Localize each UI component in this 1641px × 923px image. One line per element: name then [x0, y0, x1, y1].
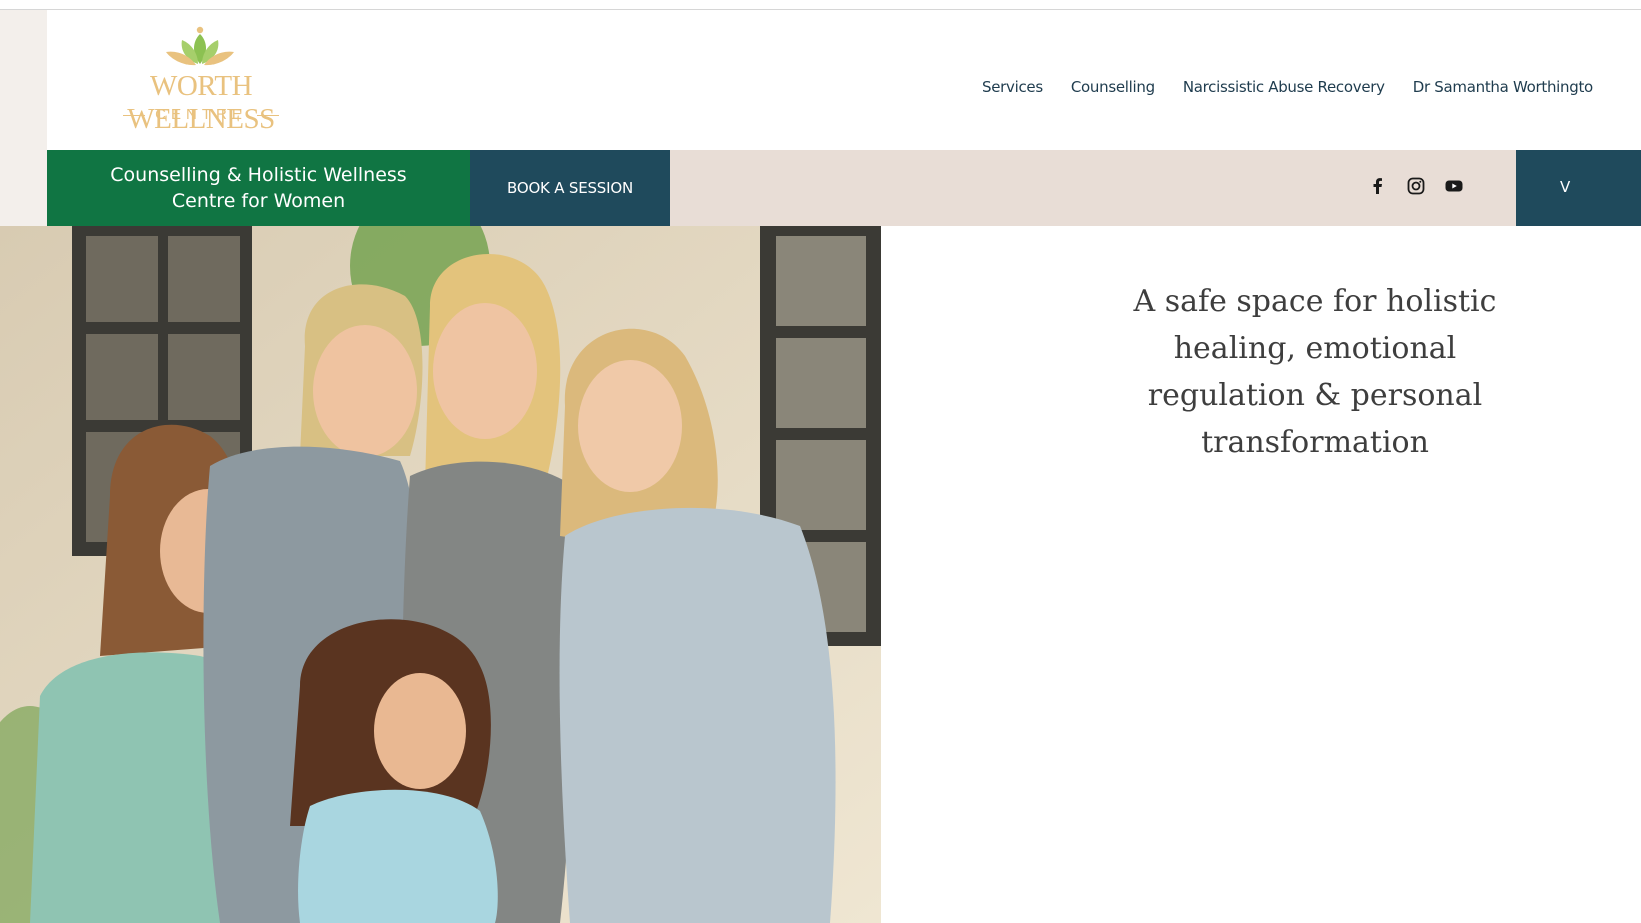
logo-rule-right [256, 114, 279, 116]
hero-photo-illustration [0, 226, 881, 923]
header-cta-label: V [1560, 178, 1571, 196]
top-border [0, 0, 1641, 10]
tagline-line-1: Counselling & Holistic Wellness [110, 164, 407, 186]
tagline-box: Counselling & Holistic Wellness Centre f… [47, 150, 470, 226]
left-strip [0, 10, 47, 226]
hero-heading-line-3: regulation & personal [1147, 378, 1483, 413]
logo-subtitle-text: CENTRE [155, 106, 247, 123]
hero-heading-line-2: healing, emotional [1173, 331, 1457, 366]
logo-name: WORTH WELLNESS [127, 70, 275, 135]
instagram-icon[interactable] [1406, 176, 1426, 196]
nav-item-counselling[interactable]: Counselling [1071, 78, 1155, 96]
hero-heading: A safe space for holistic healing, emoti… [1110, 278, 1520, 466]
logo-subtitle: CENTRE [76, 106, 326, 123]
facebook-icon[interactable] [1368, 176, 1388, 196]
book-session-button[interactable]: BOOK A SESSION [470, 150, 670, 226]
youtube-icon[interactable] [1444, 176, 1464, 196]
site-logo[interactable]: WORTH WELLNESS CENTRE [76, 20, 326, 135]
logo-rule-left [123, 114, 146, 116]
nav-item-services[interactable]: Services [982, 78, 1043, 96]
main-nav: Services Counselling Narcissistic Abuse … [982, 78, 1593, 96]
nav-item-dr-samantha[interactable]: Dr Samantha Worthingto [1413, 78, 1594, 96]
lotus-logo-icon [166, 26, 234, 66]
nav-item-narcissistic-abuse-recovery[interactable]: Narcissistic Abuse Recovery [1183, 78, 1385, 96]
tagline-line-2: Centre for Women [171, 190, 346, 212]
hero-photo [0, 226, 881, 923]
header-cta-button[interactable]: V [1516, 150, 1641, 226]
social-links [1368, 176, 1464, 196]
hero-heading-line-4: transformation [1201, 425, 1429, 460]
hero-heading-line-1: A safe space for holistic [1133, 284, 1497, 319]
